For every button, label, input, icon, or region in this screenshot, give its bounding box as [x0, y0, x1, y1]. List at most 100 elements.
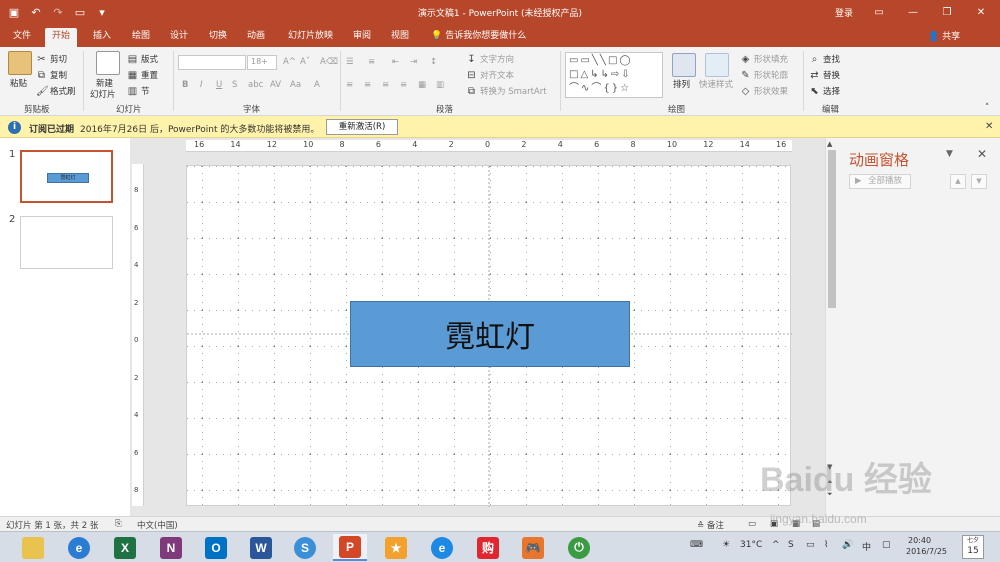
quick-styles-icon[interactable] [705, 53, 729, 77]
ime-indicator[interactable]: 中 [862, 540, 871, 553]
powerpoint-icon[interactable]: P [333, 534, 367, 561]
share-button[interactable]: 👤 共享 [928, 29, 960, 42]
align-text-button[interactable]: ⊟ 对齐文本 [466, 69, 514, 82]
close-icon[interactable]: ✕ [977, 147, 987, 161]
shopping-app-icon[interactable]: 购 [471, 534, 505, 561]
cut-button[interactable]: ✂ 剪切 [36, 53, 67, 66]
network-icon[interactable]: ⌇ [824, 540, 828, 550]
copy-button[interactable]: ⧉ 复制 [36, 69, 67, 82]
slide-thumbnail-1[interactable]: 霓虹灯 [20, 150, 113, 203]
game-app-icon[interactable]: 🎮 [516, 534, 550, 561]
paste-icon[interactable] [8, 51, 32, 75]
tab-design[interactable]: 设计 [163, 28, 195, 47]
tab-file[interactable]: 文件 [6, 28, 38, 47]
play-all-button[interactable]: ▶ 全部播放 [849, 174, 911, 189]
clock-date[interactable]: 2016/7/25 [906, 547, 947, 556]
tab-draw[interactable]: 绘图 [125, 28, 157, 47]
layout-button[interactable]: ▤ 版式 [127, 53, 158, 66]
grow-font-icon[interactable]: A^ [283, 57, 296, 67]
slide-canvas[interactable]: 霓虹灯 [186, 165, 792, 507]
sogou-tray-icon[interactable]: S [788, 540, 794, 550]
justify-icon[interactable]: ≡ [400, 80, 407, 90]
shape-effects-button[interactable]: ◇ 形状效果 [740, 85, 788, 98]
increase-indent-icon[interactable]: ⇥ [410, 57, 417, 67]
notes-button[interactable]: ≙ 备注 [697, 519, 724, 531]
new-slide-label-2[interactable]: 幻灯片 [90, 88, 116, 100]
notification-icon[interactable]: ▢ [882, 540, 891, 550]
scrollbar-thumb[interactable] [828, 150, 836, 308]
ribbon-display-icon[interactable]: ▭ [862, 0, 896, 25]
char-spacing-icon[interactable]: AV [270, 80, 281, 90]
keyboard-icon[interactable]: ⌨ [690, 540, 703, 550]
tab-animations[interactable]: 动画 [240, 28, 272, 47]
shape-outline-button[interactable]: ✎ 形状轮廓 [740, 69, 788, 82]
align-right-icon[interactable]: ≡ [382, 80, 389, 90]
bullets-icon[interactable]: ☰ [346, 57, 354, 67]
signin-link[interactable]: 登录 [835, 6, 853, 19]
scroll-up-icon[interactable]: ▲ [827, 140, 832, 148]
shadow-icon[interactable]: S [232, 80, 237, 90]
tab-home[interactable]: 开始 [45, 28, 78, 47]
tab-insert[interactable]: 插入 [86, 28, 118, 47]
quick-styles-label[interactable]: 快速样式 [699, 78, 733, 90]
restore-icon[interactable]: ❐ [930, 0, 964, 25]
underline-icon[interactable]: U [216, 80, 222, 90]
word-icon[interactable]: W [244, 534, 278, 561]
font-color-icon[interactable]: A [314, 80, 320, 90]
shape-fill-button[interactable]: ◈ 形状填充 [740, 53, 788, 66]
excel-icon[interactable]: X [108, 534, 142, 561]
spell-check-icon[interactable]: ⎘ [115, 519, 122, 529]
clear-format-icon[interactable]: A⌫ [320, 57, 338, 67]
collapse-ribbon-icon[interactable]: ˄ [985, 103, 989, 113]
battery-icon[interactable]: ▭ [806, 540, 815, 550]
format-painter-button[interactable]: 🖌 格式刷 [36, 85, 76, 98]
reactivate-button[interactable]: 重新激活(R) [326, 119, 398, 135]
edge-icon[interactable]: e [425, 534, 459, 561]
tab-transitions[interactable]: 切换 [202, 28, 234, 47]
arrange-icon[interactable] [672, 53, 696, 77]
text-direction-button[interactable]: ↧ 文字方向 [466, 53, 514, 66]
replace-button[interactable]: ⇄ 替换 [809, 69, 840, 82]
new-slide-icon[interactable] [96, 51, 120, 75]
tab-review[interactable]: 审阅 [346, 28, 378, 47]
find-button[interactable]: ⌕ 查找 [809, 53, 840, 66]
shrink-font-icon[interactable]: Aˇ [300, 57, 310, 67]
select-button[interactable]: ⬉ 选择 [809, 85, 840, 98]
tab-view[interactable]: 视图 [384, 28, 416, 47]
calendar-widget[interactable]: 七夕 15 [962, 535, 984, 559]
font-name-combo[interactable] [178, 55, 246, 70]
minimize-icon[interactable]: — [896, 0, 930, 25]
comments-icon[interactable]: ▭ [748, 519, 756, 529]
shape-gallery[interactable]: ▭▭╲╲□◯ □△↳↳⇨⇩ ⌒∿⌒{}☆ [565, 52, 663, 98]
power-app-icon[interactable]: ⏻ [562, 534, 596, 561]
tell-me-box[interactable]: 💡 告诉我你想要做什么 [424, 28, 533, 47]
clock-time[interactable]: 20:40 [908, 536, 931, 545]
app-star-icon[interactable]: ★ [379, 534, 413, 561]
move-up-icon[interactable]: ▲ [950, 174, 966, 189]
line-spacing-icon[interactable]: ↕ [430, 57, 437, 67]
volume-icon[interactable]: 🔊 [842, 540, 853, 550]
numbering-icon[interactable]: ≡ [368, 57, 375, 67]
slide-thumbnail-2[interactable] [20, 216, 113, 269]
font-size-combo[interactable]: 18+ [247, 55, 277, 70]
close-icon[interactable]: ✕ [964, 0, 998, 25]
neon-text-shape[interactable]: 霓虹灯 [350, 301, 630, 367]
tab-slideshow[interactable]: 幻灯片放映 [281, 28, 340, 47]
file-explorer-icon[interactable] [16, 534, 50, 561]
close-icon[interactable]: ✕ [985, 121, 993, 132]
distribute-icon[interactable]: ▦ [418, 80, 426, 90]
pane-options-icon[interactable]: ▼ [946, 149, 953, 159]
change-case-icon[interactable]: Aa [290, 80, 301, 90]
language-indicator[interactable]: 中文(中国) [137, 519, 178, 531]
align-left-icon[interactable]: ≡ [346, 80, 353, 90]
decrease-indent-icon[interactable]: ⇤ [392, 57, 399, 67]
paste-button-label[interactable]: 粘贴 [10, 77, 27, 89]
move-down-icon[interactable]: ▼ [971, 174, 987, 189]
convert-smartart-button[interactable]: ⧉ 转换为 SmartArt [466, 85, 547, 98]
strikethrough-icon[interactable]: abc [248, 80, 263, 90]
tray-expand-icon[interactable]: ^ [772, 540, 780, 550]
arrange-label[interactable]: 排列 [673, 78, 690, 90]
align-center-icon[interactable]: ≡ [364, 80, 371, 90]
reset-button[interactable]: ▦ 重置 [127, 69, 158, 82]
internet-explorer-icon[interactable]: e [62, 534, 96, 561]
